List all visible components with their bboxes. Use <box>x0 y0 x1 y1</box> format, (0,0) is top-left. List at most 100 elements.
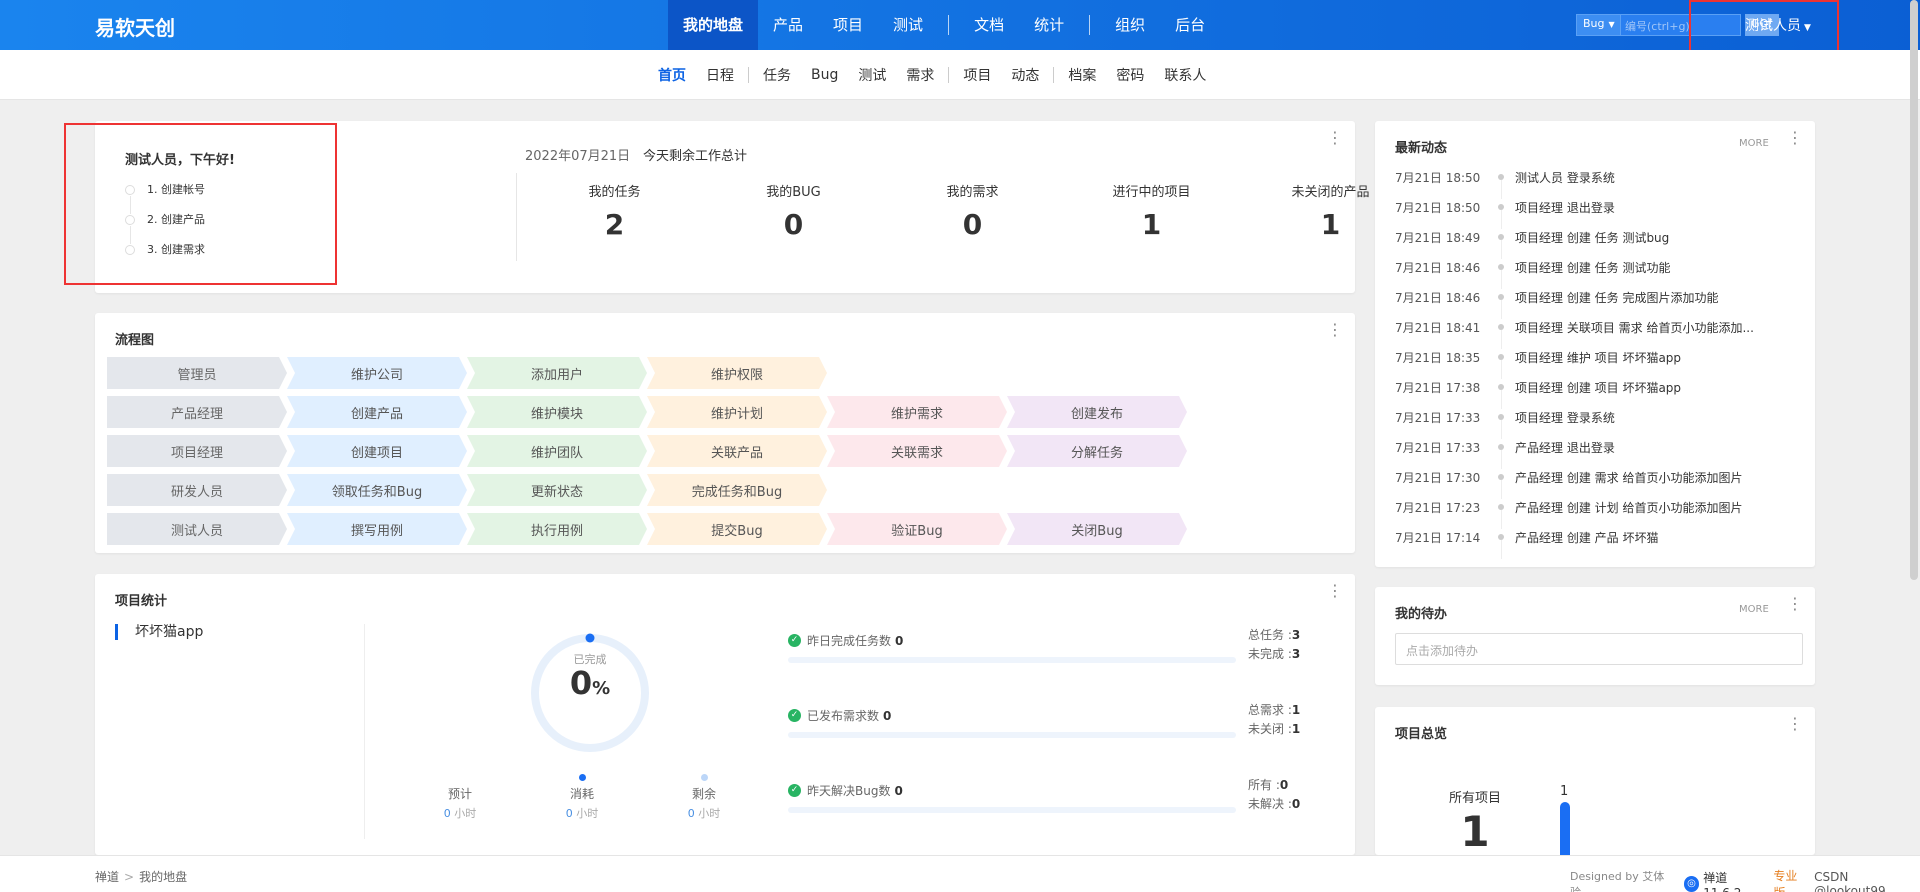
breadcrumb-root[interactable]: 禅道 <box>95 870 119 884</box>
panel-menu-icon[interactable]: ⋮ <box>1327 583 1343 599</box>
panel-menu-icon[interactable]: ⋮ <box>1327 130 1343 146</box>
nav-admin[interactable]: 后台 <box>1160 0 1220 50</box>
stat-value: 2 <box>604 208 625 241</box>
flow-step[interactable]: 维护需求 <box>827 396 1007 428</box>
nav-doc[interactable]: 文档 <box>959 0 1019 50</box>
project-item[interactable]: 坏坏猫app <box>115 624 364 640</box>
flow-step[interactable]: 执行用例 <box>467 513 647 545</box>
designed-by[interactable]: Designed by 艾体验 <box>1570 868 1672 892</box>
timeline-line <box>1501 390 1502 409</box>
subnav-story[interactable]: 需求 <box>896 65 944 85</box>
flow-step[interactable]: 添加用户 <box>467 357 647 389</box>
highlight-box-guide <box>64 123 337 285</box>
project-overview-panel: 项目总览 ⋮ 所有项目 1 1 <box>1375 707 1815 855</box>
subnav-dynamic[interactable]: 动态 <box>1001 65 1049 85</box>
page-scrollbar[interactable] <box>1910 0 1918 580</box>
panel-menu-icon[interactable]: ⋮ <box>1787 596 1803 612</box>
flow-step[interactable]: 创建发布 <box>1007 396 1187 428</box>
activity-text: 项目经理 创建 任务 测试功能 <box>1515 261 1671 275</box>
total-key: 总任务 : <box>1248 628 1292 642</box>
flow-step[interactable]: 提交Bug <box>647 513 827 545</box>
activity-item[interactable]: 7月21日 17:14 产品经理 创建 产品 坏坏猫 <box>1395 529 1775 559</box>
more-link[interactable]: MORE <box>1739 138 1769 149</box>
activity-item[interactable]: 7月21日 17:30 产品经理 创建 需求 给首页小功能添加图片 <box>1395 469 1775 499</box>
flow-step[interactable]: 更新状态 <box>467 474 647 506</box>
flow-step[interactable]: 关联产品 <box>647 435 827 467</box>
legend-dot <box>700 774 708 781</box>
timeline-line <box>1501 300 1502 319</box>
todo-input[interactable]: 点击添加待办 <box>1395 633 1803 665</box>
search-type-select[interactable]: Bug ▼ <box>1576 14 1621 36</box>
nav-product[interactable]: 产品 <box>758 0 818 50</box>
flow-step[interactable]: 创建产品 <box>287 396 467 428</box>
subnav-profile[interactable]: 档案 <box>1058 65 1106 85</box>
subnav-project[interactable]: 项目 <box>953 65 1001 85</box>
nav-company[interactable]: 组织 <box>1100 0 1160 50</box>
flow-step[interactable]: 分解任务 <box>1007 435 1187 467</box>
activity-item[interactable]: 7月21日 17:23 产品经理 创建 计划 给首页小功能添加图片 <box>1395 499 1775 529</box>
activity-item[interactable]: 7月21日 18:46 项目经理 创建 任务 完成图片添加功能 <box>1395 289 1775 319</box>
activity-item[interactable]: 7月21日 18:49 项目经理 创建 任务 测试bug <box>1395 229 1775 259</box>
flow-step[interactable]: 验证Bug <box>827 513 1007 545</box>
stat-my-tasks[interactable]: 我的任务 2 <box>525 181 704 241</box>
nav-my[interactable]: 我的地盘 <box>668 0 759 50</box>
stat-active-projects[interactable]: 进行中的项目 1 <box>1062 181 1241 241</box>
flow-step[interactable]: 领取任务和Bug <box>287 474 467 506</box>
stat-my-stories[interactable]: 我的需求 0 <box>883 181 1062 241</box>
subnav-calendar[interactable]: 日程 <box>696 65 744 85</box>
subnav-password[interactable]: 密码 <box>1106 65 1154 85</box>
version[interactable]: 禅道11.6.2 <box>1703 869 1763 892</box>
flow-step[interactable]: 维护权限 <box>647 357 827 389</box>
subnav-divider <box>748 67 749 83</box>
activity-text: 产品经理 创建 计划 给首页小功能添加图片 <box>1515 501 1743 515</box>
pro-edition-link[interactable]: 专业版 <box>1773 867 1808 892</box>
activity-time: 7月21日 17:30 <box>1395 471 1481 485</box>
panel-menu-icon[interactable]: ⋮ <box>1327 322 1343 338</box>
subnav-testcase[interactable]: 测试 <box>848 65 896 85</box>
activity-item[interactable]: 7月21日 18:50 测试人员 登录系统 <box>1395 169 1775 199</box>
flow-step[interactable]: 创建项目 <box>287 435 467 467</box>
brand-logo[interactable]: 易软天创 <box>95 12 175 41</box>
stat-row-stories: ✓ 已发布需求数 0 <box>788 707 1258 738</box>
activity-item[interactable]: 7月21日 17:33 产品经理 退出登录 <box>1395 439 1775 469</box>
flow-step[interactable]: 关联需求 <box>827 435 1007 467</box>
activity-text: 项目经理 创建 任务 测试bug <box>1515 231 1670 245</box>
flow-step[interactable]: 维护公司 <box>287 357 467 389</box>
activity-item[interactable]: 7月21日 18:50 项目经理 退出登录 <box>1395 199 1775 229</box>
chevron-down-icon: ▼ <box>1608 20 1615 29</box>
panel-menu-icon[interactable]: ⋮ <box>1787 130 1803 146</box>
nav-test[interactable]: 测试 <box>878 0 938 50</box>
activity-text: 产品经理 退出登录 <box>1515 441 1615 455</box>
flow-step[interactable]: 完成任务和Bug <box>647 474 827 506</box>
activity-time: 7月21日 17:14 <box>1395 531 1481 545</box>
legend-dot <box>457 774 464 781</box>
panel-menu-icon[interactable]: ⋮ <box>1787 716 1803 732</box>
flow-step[interactable]: 关闭Bug <box>1007 513 1187 545</box>
activity-item[interactable]: 7月21日 17:33 项目经理 登录系统 <box>1395 409 1775 439</box>
activity-text: 项目经理 维护 项目 坏坏猫app <box>1515 351 1682 365</box>
stat-label: 我的BUG <box>766 185 821 200</box>
flow-step[interactable]: 维护计划 <box>647 396 827 428</box>
row-value: 0 <box>895 633 904 648</box>
subnav-bug[interactable]: Bug <box>801 67 848 83</box>
more-link[interactable]: MORE <box>1739 604 1769 615</box>
flow-step[interactable]: 维护团队 <box>467 435 647 467</box>
subnav-contacts[interactable]: 联系人 <box>1154 65 1216 85</box>
mini-label: 剩余 <box>691 787 716 801</box>
activity-time: 7月21日 18:50 <box>1395 201 1481 215</box>
flow-step[interactable]: 撰写用例 <box>287 513 467 545</box>
nav-report[interactable]: 统计 <box>1019 0 1079 50</box>
subnav-home[interactable]: 首页 <box>648 65 696 85</box>
activity-item[interactable]: 7月21日 17:38 项目经理 创建 项目 坏坏猫app <box>1395 379 1775 409</box>
subnav-task[interactable]: 任务 <box>753 65 801 85</box>
total-value: 3 <box>1291 647 1301 661</box>
activity-item[interactable]: 7月21日 18:41 项目经理 关联项目 需求 给首页小功能添加... <box>1395 319 1775 349</box>
flow-step[interactable]: 维护模块 <box>467 396 647 428</box>
activity-item[interactable]: 7月21日 18:46 项目经理 创建 任务 测试功能 <box>1395 259 1775 289</box>
activity-text: 项目经理 关联项目 需求 给首页小功能添加... <box>1515 321 1754 335</box>
activity-item[interactable]: 7月21日 18:35 项目经理 维护 项目 坏坏猫app <box>1395 349 1775 379</box>
stat-my-bugs[interactable]: 我的BUG 0 <box>704 181 883 241</box>
main-nav: 我的地盘 产品 项目 测试 文档 统计 组织 后台 <box>668 0 1220 50</box>
nav-project[interactable]: 项目 <box>818 0 878 50</box>
breadcrumb-current[interactable]: 我的地盘 <box>139 870 187 884</box>
